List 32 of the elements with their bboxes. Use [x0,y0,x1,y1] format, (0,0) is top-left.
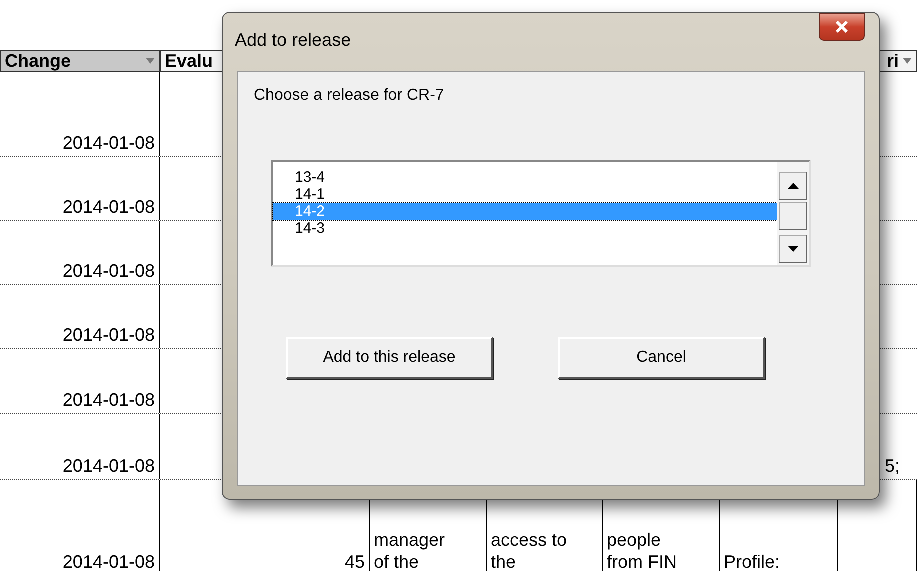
close-button[interactable] [819,13,865,41]
dialog-button[interactable]: Add to this release [286,337,493,379]
dropdown-arrow-icon[interactable] [903,58,912,64]
table-cell: 2014-01-08 [62,551,155,571]
down-arrow-icon [788,246,798,252]
scrollbar[interactable] [777,162,809,265]
column-header[interactable]: Change [0,50,160,72]
table-cell: people from FIN [607,529,677,571]
table-cell: 2014-01-08 [62,260,155,282]
table-cell: 5; [884,455,900,477]
close-icon [835,21,849,33]
dialog-button[interactable]: Cancel [558,337,765,379]
dialog-title: Add to release [235,29,352,52]
table-cell: manager of the [374,529,446,571]
list-item[interactable]: 13-4 [273,169,777,186]
list-item[interactable]: 14-3 [273,220,777,237]
up-arrow-icon [788,183,798,189]
table-cell: 45 [344,551,365,571]
table-cell: 2014-01-08 [62,455,155,477]
release-listbox[interactable]: 13-4 14-1 14-2 14-3 [271,160,811,267]
table-cell: access to the [491,529,568,571]
table-cell: 2014-01-08 [62,324,155,346]
table-cell: Profile: [724,551,780,571]
scroll-thumb[interactable] [779,202,807,230]
prompt-label: Choose a release for CR-7 [254,86,446,106]
scroll-up-button[interactable] [779,172,807,200]
scroll-down-button[interactable] [779,235,807,263]
table-cell: 2014-01-08 [62,196,155,218]
list-item[interactable]: 14-1 [273,186,777,203]
table-cell: 2014-01-08 [62,132,155,154]
table-cell: 2014-01-08 [62,389,155,411]
dropdown-arrow-icon[interactable] [146,58,155,64]
